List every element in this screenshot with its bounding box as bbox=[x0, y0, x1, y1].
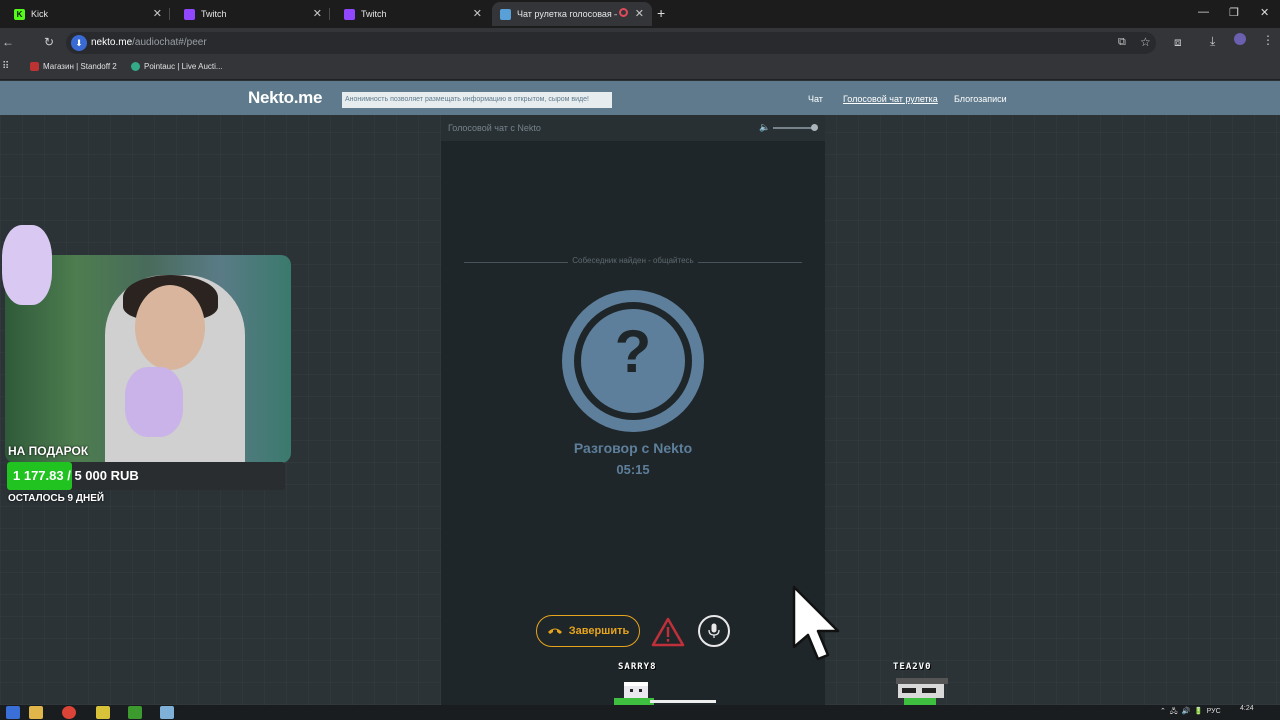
install-icon[interactable]: ⧉ bbox=[1118, 36, 1126, 49]
close-icon[interactable]: ✕ bbox=[635, 7, 644, 20]
windows-taskbar: ⌃ 🖧 🔊 🔋 РУС 4:24 bbox=[0, 705, 1280, 720]
window-close-icon[interactable]: ✕ bbox=[1260, 6, 1269, 19]
url-text: nekto.me/audiochat#/peer bbox=[91, 37, 207, 48]
gift-amount: 1 177.83 / 5 000 RUB bbox=[13, 468, 139, 483]
twitch-icon bbox=[184, 8, 195, 20]
panel-header: Голосовой чат с Nekto 🔈 bbox=[441, 115, 825, 141]
nav-chat[interactable]: Чат bbox=[808, 94, 823, 104]
site-info-icon[interactable]: ⬇ bbox=[71, 35, 87, 51]
microphone-button[interactable] bbox=[698, 615, 730, 647]
nekto-icon bbox=[500, 8, 511, 20]
site-logo[interactable]: Nekto.me bbox=[248, 88, 322, 108]
minimize-icon[interactable]: — bbox=[1198, 6, 1209, 18]
tab-kick[interactable]: K Kick ✕ bbox=[0, 2, 170, 26]
url-path: /audiochat#/peer bbox=[132, 37, 207, 48]
end-call-button[interactable]: Завершить bbox=[536, 615, 640, 647]
bookmark-label: Магазин | Standoff 2 bbox=[43, 62, 117, 71]
close-icon[interactable]: ✕ bbox=[473, 7, 482, 20]
menu-icon[interactable]: ⋮ bbox=[1262, 33, 1274, 47]
language-indicator[interactable]: РУС bbox=[1207, 708, 1221, 715]
address-bar[interactable]: ⬇ nekto.me/audiochat#/peer ⧉ ☆ bbox=[66, 32, 1156, 54]
app-icon[interactable] bbox=[96, 706, 110, 719]
pixel-character-tea bbox=[896, 678, 948, 705]
volume-slider-handle[interactable] bbox=[811, 124, 818, 131]
tab-twitch-1[interactable]: Twitch ✕ bbox=[170, 2, 330, 26]
microphone-icon bbox=[708, 623, 720, 638]
file-explorer-icon[interactable] bbox=[29, 706, 43, 719]
bookmark-star-icon[interactable]: ☆ bbox=[1140, 35, 1151, 49]
plush-toy bbox=[125, 367, 183, 437]
apps-grid-icon[interactable]: ⠿ bbox=[2, 61, 9, 72]
app-icon[interactable] bbox=[160, 706, 174, 719]
close-icon[interactable]: ✕ bbox=[153, 7, 162, 20]
system-tray[interactable]: ⌃ 🖧 🔊 🔋 РУС bbox=[1160, 707, 1221, 718]
tab-label: Twitch bbox=[201, 9, 227, 19]
tab-label: Чат рулетка голосовая — Н bbox=[517, 9, 617, 19]
bookmark-standoff[interactable]: Магазин | Standoff 2 bbox=[30, 62, 117, 71]
conversation-timer: 05:15 bbox=[616, 462, 650, 477]
tab-twitch-2[interactable]: Twitch ✕ bbox=[330, 2, 490, 26]
recording-icon bbox=[619, 8, 628, 17]
browser-toolbar: ← ↻ ⬇ nekto.me/audiochat#/peer ⧉ ☆ ⧈ ⤓ ⋮ bbox=[0, 28, 1280, 58]
webcam-head bbox=[135, 285, 205, 370]
download-icon[interactable]: ⤓ bbox=[1210, 34, 1215, 49]
taskbar-clock[interactable]: 4:24 bbox=[1240, 705, 1254, 712]
url-host: nekto.me bbox=[91, 37, 133, 48]
status-text: Собеседник найден - общайтесь bbox=[568, 256, 698, 265]
mouse-cursor-icon bbox=[792, 585, 840, 661]
question-mark-icon: ? bbox=[614, 318, 652, 385]
tab-label: Twitch bbox=[361, 9, 387, 19]
panel-title: Голосовой чат с Nekto bbox=[448, 123, 541, 133]
close-icon[interactable]: ✕ bbox=[313, 7, 322, 20]
tab-nekto[interactable]: Чат рулетка голосовая — Н ✕ bbox=[492, 2, 652, 26]
nav-voice-chat[interactable]: Голосовой чат рулетка bbox=[843, 94, 938, 104]
extensions-icon[interactable]: ⧈ bbox=[1174, 35, 1182, 50]
restore-icon[interactable]: ❐ bbox=[1229, 6, 1239, 19]
gift-remaining: ОСТАЛОСЬ 9 ДНЕЙ bbox=[8, 493, 105, 504]
browser-tab-strip: K Kick ✕ Twitch ✕ Twitch ✕ Чат рулетка г… bbox=[0, 0, 1280, 28]
twitch-icon bbox=[344, 8, 355, 20]
end-call-label: Завершить bbox=[568, 625, 630, 637]
bookmarks-bar: ⠿ Магазин | Standoff 2 Pointauc | Live A… bbox=[0, 58, 1280, 80]
plush-toy-overlay bbox=[2, 225, 52, 305]
kick-icon: K bbox=[14, 8, 25, 20]
conversation-title: Разговор с Nekto bbox=[573, 440, 693, 456]
volume-icon[interactable]: 🔈 bbox=[759, 122, 770, 133]
character-name: TEA2V0 bbox=[893, 662, 932, 672]
hang-up-icon bbox=[547, 628, 562, 634]
nav-blog[interactable]: Блогозаписи bbox=[954, 94, 1007, 104]
site-header: Nekto.me Анонимность позволяет размещать… bbox=[0, 81, 1280, 115]
character-name: SARRY8 bbox=[618, 662, 657, 672]
chrome-icon[interactable] bbox=[62, 706, 76, 719]
status-wrapper: Собеседник найден - общайтесь bbox=[441, 256, 825, 265]
pixel-character-sarry bbox=[614, 682, 716, 705]
minecraft-icon[interactable] bbox=[128, 706, 142, 719]
tab-label: Kick bbox=[31, 9, 49, 19]
gift-progress-bar: 1 177.83 / 5 000 RUB bbox=[7, 462, 285, 490]
start-icon[interactable] bbox=[6, 706, 20, 719]
anonymous-avatar: ? bbox=[562, 290, 704, 432]
report-warning-icon[interactable] bbox=[651, 617, 685, 647]
bookmark-label: Pointauc | Live Aucti... bbox=[144, 62, 223, 71]
reload-icon[interactable]: ↻ bbox=[44, 35, 54, 49]
site-notice: Анонимность позволяет размещать информац… bbox=[342, 92, 612, 108]
profile-avatar[interactable] bbox=[1234, 33, 1246, 45]
back-icon[interactable]: ← bbox=[2, 35, 14, 49]
bookmark-pointauc[interactable]: Pointauc | Live Aucti... bbox=[131, 62, 223, 71]
gift-label: НА ПОДАРОК bbox=[8, 444, 89, 458]
voice-chat-panel: Голосовой чат с Nekto 🔈 Собеседник найде… bbox=[441, 115, 825, 705]
new-tab-button[interactable]: + bbox=[657, 5, 665, 21]
